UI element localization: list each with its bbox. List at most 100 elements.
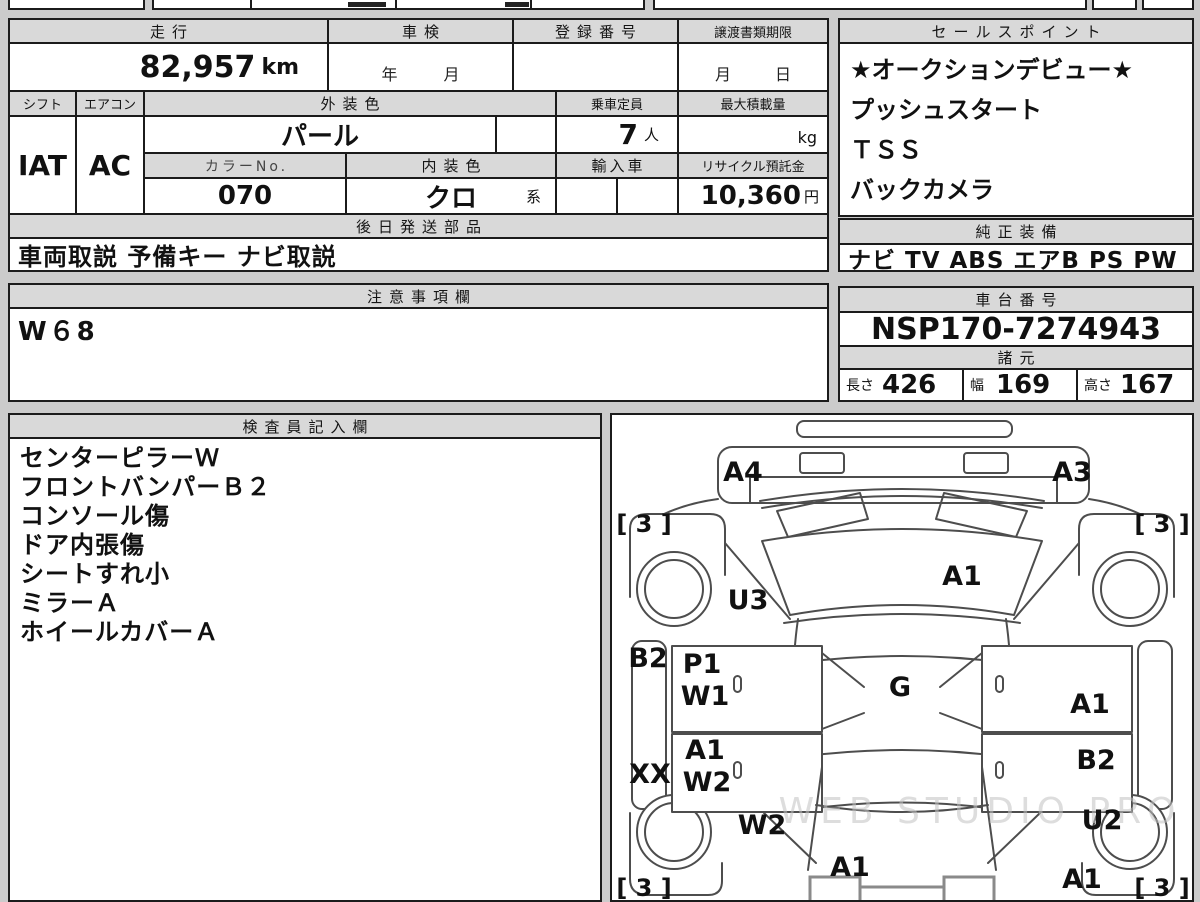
inspection-value-cell: 年 月 (327, 42, 514, 92)
import-car-cell-1 (555, 177, 618, 215)
transfer-deadline-header: 譲渡書類期限 (677, 18, 829, 44)
damage-label-a3: A3 (1052, 457, 1092, 488)
spec-height-cell: 高さ 167 (1076, 368, 1194, 402)
inspection-year-label: 年 (381, 65, 398, 84)
transfer-deadline-value-cell: 月 日 (677, 42, 829, 92)
registration-header: 登録番号 (512, 18, 679, 44)
sales-point-item: プッシュスタート (850, 96, 1042, 124)
damage-label-rear-right-a1: A1 (1062, 864, 1102, 895)
door-connector-line (939, 712, 983, 730)
front-right-wheel (1092, 551, 1168, 627)
cutoff-row-cell (8, 0, 145, 10)
rear-bumper-center-piece (858, 885, 946, 900)
exterior-color-extra-cell (495, 115, 557, 154)
sales-point-item: ★オークションデビュー★ (850, 56, 1134, 84)
damage-label-left-door-a1: A1 (685, 735, 725, 766)
max-load-value-cell: kg (677, 115, 829, 154)
inspector-note: コンソール傷 (20, 502, 170, 530)
inspection-header: 車検 (327, 18, 514, 44)
capacity-value: 7 (618, 118, 638, 151)
damage-label-left-door-w2: W2 (683, 767, 732, 798)
mileage-header: 走行 (8, 18, 329, 44)
tread-depth-rear-right: [ 3 ] (1134, 874, 1189, 900)
damage-label-a4: A4 (723, 457, 763, 488)
cutoff-row-cell (1142, 0, 1194, 10)
import-car-header: 輸入車 (555, 152, 679, 179)
spec-width-label: 幅 (970, 378, 984, 394)
damage-label-right-door-a1: A1 (1070, 689, 1110, 720)
damage-label-w1: W1 (681, 681, 730, 712)
damage-label-u2: U2 (1082, 805, 1123, 836)
tread-depth-front-right: [ 3 ] (1134, 510, 1189, 538)
front-bumper-shape (717, 446, 1090, 504)
inspector-note: ホイールカバーＡ (20, 618, 220, 646)
shift-header: シフト (8, 90, 77, 117)
damage-label-left-b2: B2 (628, 643, 667, 674)
inspector-note: ミラーＡ (20, 589, 120, 617)
windshield-shape (761, 528, 1043, 616)
spec-width-cell: 幅 169 (962, 368, 1078, 402)
later-parts-header: 後日発送部品 (8, 213, 829, 239)
damage-label-windshield-a1: A1 (942, 561, 982, 592)
cutoff-row-divider (395, 0, 397, 10)
front-left-wheel (636, 551, 712, 627)
capacity-value-cell: 7 人 (555, 115, 679, 154)
inspector-note: シートすれ小 (20, 560, 170, 588)
transfer-month-label: 月 (714, 65, 731, 84)
max-load-header: 最大積載量 (677, 90, 829, 117)
inspector-note: センターピラーＷ (20, 444, 220, 472)
inspection-month-label: 月 (443, 65, 460, 84)
notes-value-cell: W６8 (8, 307, 829, 402)
spec-width-value: 169 (996, 370, 1051, 400)
capacity-header: 乗車定員 (555, 90, 679, 117)
spec-height-label: 高さ (1084, 378, 1112, 394)
rear-bumper-right-piece (942, 875, 996, 900)
recycle-deposit-value-cell: 10,360 円 (677, 177, 829, 215)
damage-label-g: G (889, 672, 911, 703)
recycle-deposit-header: リサイクル預託金 (677, 152, 829, 179)
interior-color-value-cell: クロ 系 (345, 177, 557, 215)
damage-label-rear-a1: A1 (830, 852, 870, 883)
inspector-note: ドア内張傷 (20, 531, 145, 559)
rear-seat-curve (797, 749, 1007, 758)
later-parts-value: 車両取説 予備キー ナビ取説 (8, 237, 829, 272)
color-no-header: カラーNo. (143, 152, 347, 179)
registration-value-cell (512, 42, 679, 92)
interior-color-header: 内装色 (345, 152, 557, 179)
capacity-unit: 人 (643, 126, 659, 144)
notes-value: W６8 (18, 317, 97, 347)
max-load-unit: kg (797, 128, 817, 147)
cutoff-row-cell (152, 0, 645, 10)
tread-depth-front-left: [ 3 ] (616, 510, 671, 538)
mileage-value-cell: 82,957 km (8, 42, 329, 92)
left-bumper-corner-line (663, 498, 719, 515)
cutoff-text-remnant (505, 2, 529, 7)
spec-length-label: 長さ (846, 378, 874, 394)
aircon-value: AC (75, 115, 145, 215)
damage-label-right-b2: B2 (1076, 745, 1115, 776)
chassis-header: 車台番号 (838, 286, 1194, 313)
inspector-notes-box: センターピラーＷ フロントバンパーＢ２ コンソール傷 ドア内張傷 シートすれ小 … (8, 437, 602, 902)
mileage-value: 82,957 (139, 49, 256, 85)
damage-label-u3: U3 (728, 585, 769, 616)
mileage-unit: km (261, 54, 299, 80)
sales-points-header: セールスポイント (838, 18, 1194, 44)
front-strip-shape (796, 420, 1013, 438)
notes-header: 注意事項欄 (8, 283, 829, 309)
transfer-day-label: 日 (775, 65, 792, 84)
cutoff-row-cell (1092, 0, 1137, 10)
cutoff-text-remnant (348, 2, 386, 7)
sales-point-item: バックカメラ (850, 176, 994, 204)
exterior-color-value: パール (143, 115, 497, 154)
sales-point-item: ＴＳＳ (850, 136, 922, 164)
door-connector-line (821, 712, 865, 730)
car-top-view-diagram: WEB STUDIO PRO A4 A3 [ 3 ] [ 3 ] A1 U3 G… (616, 420, 1190, 900)
color-no-value: 070 (143, 177, 347, 215)
interior-color-suffix: 系 (525, 188, 541, 206)
damage-label-rear-w2: W2 (738, 810, 787, 841)
car-diagram-box: WEB STUDIO PRO A4 A3 [ 3 ] [ 3 ] A1 U3 G… (610, 413, 1194, 902)
interior-color-value: クロ (424, 183, 477, 214)
cowl-curve (783, 613, 1021, 624)
sales-points-list: ★オークションデビュー★ プッシュスタート ＴＳＳ バックカメラ (838, 42, 1194, 217)
damage-label-xx: XX (629, 759, 671, 790)
